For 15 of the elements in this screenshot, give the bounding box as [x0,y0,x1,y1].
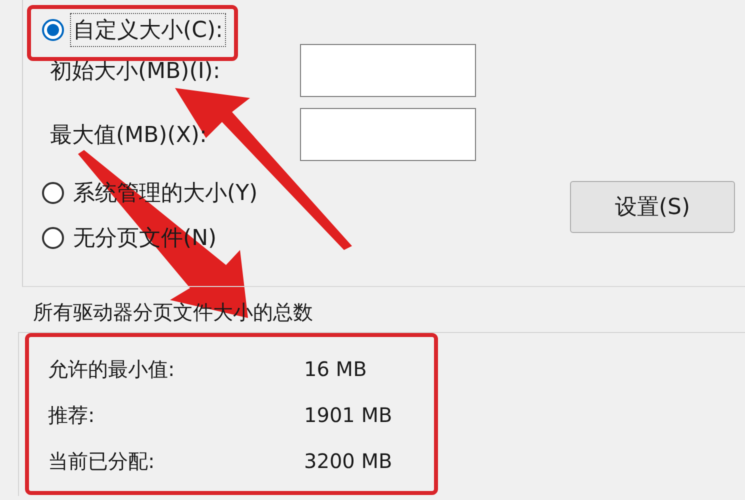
stat-label: 允许的最小值: [48,356,176,383]
stat-value: 1901 MB [304,402,394,429]
settings-button[interactable]: 设置(S) [570,181,735,233]
field-label: 最大值(MB)(X): [50,122,208,150]
stat-value: 16 MB [304,356,368,383]
stat-label: 当前已分配: [48,448,156,475]
radio-button[interactable] [42,182,64,204]
input-field[interactable] [300,108,476,161]
field-label: 初始大小(MB)(I): [50,58,222,86]
input-field[interactable] [300,44,476,97]
radio-button[interactable] [42,227,64,249]
stat-value: 3200 MB [304,448,394,475]
radio-button[interactable] [42,19,64,41]
stat-label: 推荐: [48,402,96,429]
radio-label: 自定义大小(C): [70,13,226,47]
